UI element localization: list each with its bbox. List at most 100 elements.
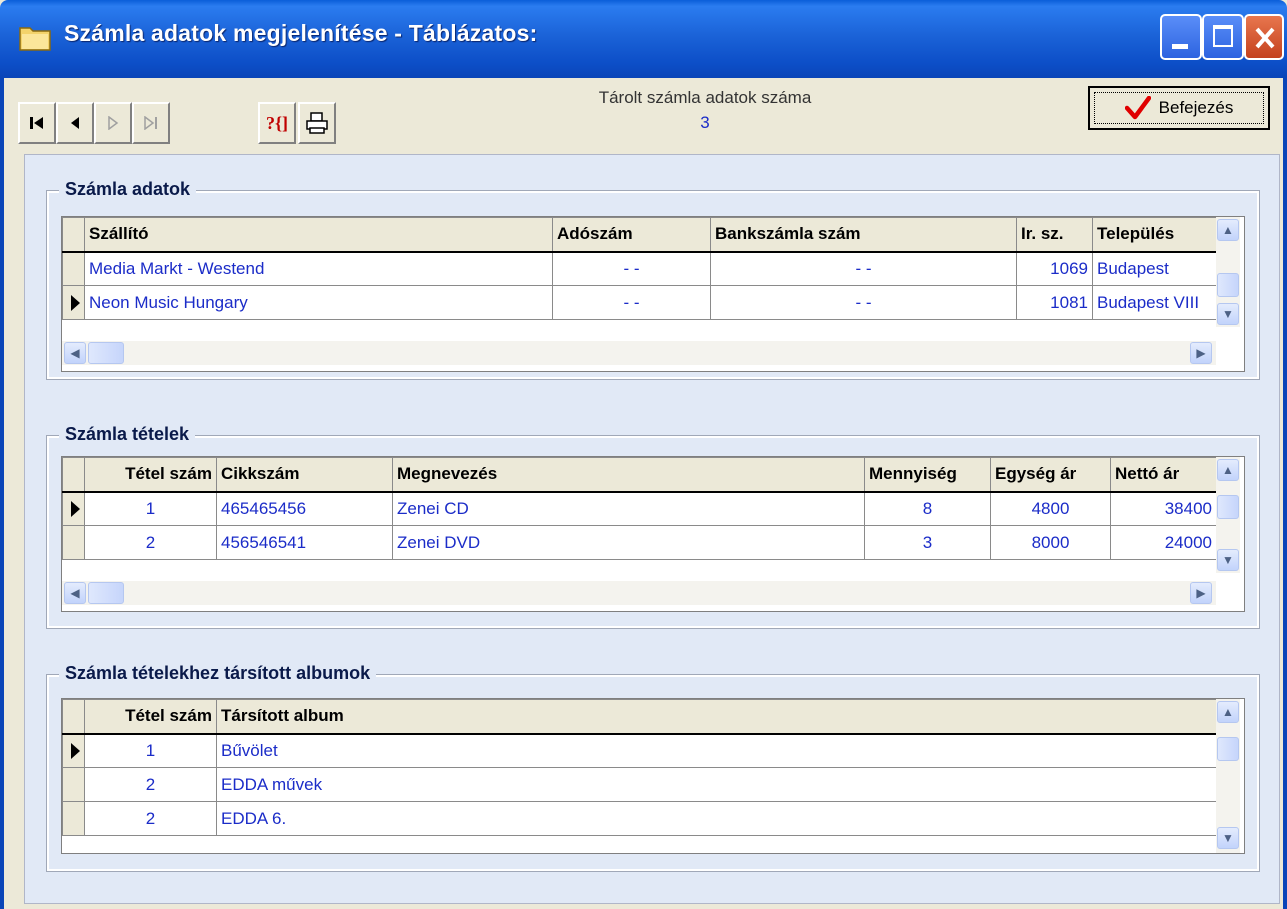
prev-record-button[interactable] (56, 102, 94, 144)
row-indicator[interactable] (62, 801, 85, 836)
table-cell[interactable]: 1069 (1016, 251, 1093, 286)
table-cell[interactable]: 3 (864, 525, 991, 560)
table-cell[interactable]: EDDA művek (216, 767, 1217, 802)
finish-button[interactable]: Befejezés (1088, 86, 1270, 130)
row-indicator[interactable] (62, 491, 85, 526)
table-row[interactable]: Neon Music Hungary - - - - 1081 Budapest… (62, 285, 1219, 320)
query-button[interactable]: ?{] (258, 102, 296, 144)
first-record-button[interactable] (18, 102, 56, 144)
table-cell[interactable]: 38400 (1110, 491, 1217, 526)
prev-record-icon (71, 117, 79, 129)
table-cell[interactable]: 1081 (1016, 285, 1093, 320)
invoice-table: Szállító Adószám Bankszámla szám Ir. sz.… (62, 217, 1219, 320)
table-cell[interactable]: 1 (84, 733, 217, 768)
record-count-label: Tárolt számla adatok száma (598, 88, 812, 107)
albums-table: Tétel szám Társított album 1 Bűvölet 2 E… (62, 699, 1217, 836)
column-header-linked-album[interactable]: Társított album (216, 699, 1217, 735)
table-cell[interactable]: - - (552, 285, 711, 320)
scroll-left-icon[interactable]: ◀ (64, 342, 86, 364)
scroll-left-icon[interactable]: ◀ (64, 582, 86, 604)
scroll-thumb[interactable] (88, 582, 124, 604)
row-indicator[interactable] (62, 525, 85, 560)
scroll-thumb[interactable] (1217, 273, 1239, 297)
table-cell[interactable]: - - (552, 251, 711, 286)
column-header-tax-number[interactable]: Adószám (552, 217, 711, 253)
table-cell[interactable]: 456546541 (216, 525, 393, 560)
table-row[interactable]: 2 EDDA művek (62, 767, 1217, 802)
scroll-right-icon[interactable]: ▶ (1190, 582, 1212, 604)
current-row-icon (71, 500, 80, 517)
albums-vertical-scrollbar[interactable]: ▲ ▼ (1216, 699, 1240, 853)
column-header-bank-account[interactable]: Bankszámla szám (710, 217, 1017, 253)
table-cell[interactable]: 2 (84, 525, 217, 560)
items-vertical-scrollbar[interactable]: ▲ ▼ (1216, 457, 1240, 573)
column-header-description[interactable]: Megnevezés (392, 457, 865, 493)
table-cell[interactable]: 4800 (990, 491, 1111, 526)
table-row[interactable]: 2 EDDA 6. (62, 801, 1217, 836)
scroll-down-icon[interactable]: ▼ (1217, 549, 1239, 571)
scroll-thumb[interactable] (1217, 495, 1239, 519)
scroll-up-icon[interactable]: ▲ (1217, 459, 1239, 481)
table-cell[interactable]: Media Markt - Westend (84, 251, 553, 286)
print-button[interactable] (298, 102, 336, 144)
scroll-down-icon[interactable]: ▼ (1217, 303, 1239, 325)
scroll-right-icon[interactable]: ▶ (1190, 342, 1212, 364)
column-header-unit-price[interactable]: Egység ár (990, 457, 1111, 493)
invoice-horizontal-scrollbar[interactable]: ◀ ▶ (62, 341, 1216, 365)
table-cell[interactable]: Zenei DVD (392, 525, 865, 560)
items-group-title: Számla tételek (59, 424, 196, 445)
table-row[interactable]: 1 Bűvölet (62, 733, 1217, 768)
items-horizontal-scrollbar[interactable]: ◀ ▶ (62, 581, 1216, 605)
column-header-city[interactable]: Település (1092, 217, 1219, 253)
scroll-down-icon[interactable]: ▼ (1217, 827, 1239, 849)
row-indicator-header (62, 217, 85, 253)
scroll-thumb[interactable] (88, 342, 124, 364)
last-record-button[interactable] (132, 102, 170, 144)
next-record-icon (108, 116, 119, 130)
invoice-group-title: Számla adatok (59, 179, 197, 200)
table-cell[interactable]: Zenei CD (392, 491, 865, 526)
table-cell[interactable]: 465465456 (216, 491, 393, 526)
column-header-zip[interactable]: Ir. sz. (1016, 217, 1093, 253)
table-header-row: Tétel szám Társított album (62, 699, 1217, 735)
next-record-button[interactable] (94, 102, 132, 144)
items-grid: Tétel szám Cikkszám Megnevezés Mennyiség… (61, 456, 1245, 612)
table-cell[interactable]: 24000 (1110, 525, 1217, 560)
row-indicator[interactable] (62, 285, 85, 320)
close-icon (1255, 27, 1275, 49)
row-indicator[interactable] (62, 733, 85, 768)
row-indicator[interactable] (62, 767, 85, 802)
table-row[interactable]: 1 465465456 Zenei CD 8 4800 38400 (62, 491, 1217, 526)
table-cell[interactable]: Bűvölet (216, 733, 1217, 768)
column-header-article-number[interactable]: Cikkszám (216, 457, 393, 493)
table-cell[interactable]: 2 (84, 801, 217, 836)
close-button[interactable] (1244, 14, 1284, 60)
column-header-quantity[interactable]: Mennyiség (864, 457, 991, 493)
maximize-button[interactable] (1202, 14, 1244, 60)
column-header-item-number[interactable]: Tétel szám (84, 457, 217, 493)
table-cell[interactable]: 1 (84, 491, 217, 526)
invoice-grid: Szállító Adószám Bankszámla szám Ir. sz.… (61, 216, 1245, 372)
table-cell[interactable]: 8000 (990, 525, 1111, 560)
table-cell[interactable]: - - (710, 285, 1017, 320)
table-cell[interactable]: 8 (864, 491, 991, 526)
title-bar: Számla adatok megjelenítése - Táblázatos… (0, 0, 1287, 78)
table-cell[interactable]: - - (710, 251, 1017, 286)
scroll-thumb[interactable] (1217, 737, 1239, 761)
table-cell[interactable]: Neon Music Hungary (84, 285, 553, 320)
invoice-vertical-scrollbar[interactable]: ▲ ▼ (1216, 217, 1240, 327)
table-cell[interactable]: Budapest VIII (1092, 285, 1219, 320)
table-cell[interactable]: EDDA 6. (216, 801, 1217, 836)
column-header-supplier[interactable]: Szállító (84, 217, 553, 253)
scroll-up-icon[interactable]: ▲ (1217, 219, 1239, 241)
table-row[interactable]: Media Markt - Westend - - - - 1069 Budap… (62, 251, 1219, 286)
folder-icon (19, 27, 51, 51)
scroll-up-icon[interactable]: ▲ (1217, 701, 1239, 723)
column-header-net-price[interactable]: Nettó ár (1110, 457, 1217, 493)
table-cell[interactable]: Budapest (1092, 251, 1219, 286)
table-row[interactable]: 2 456546541 Zenei DVD 3 8000 24000 (62, 525, 1217, 560)
column-header-item-number[interactable]: Tétel szám (84, 699, 217, 735)
minimize-button[interactable] (1160, 14, 1202, 60)
row-indicator[interactable] (62, 251, 85, 286)
table-cell[interactable]: 2 (84, 767, 217, 802)
